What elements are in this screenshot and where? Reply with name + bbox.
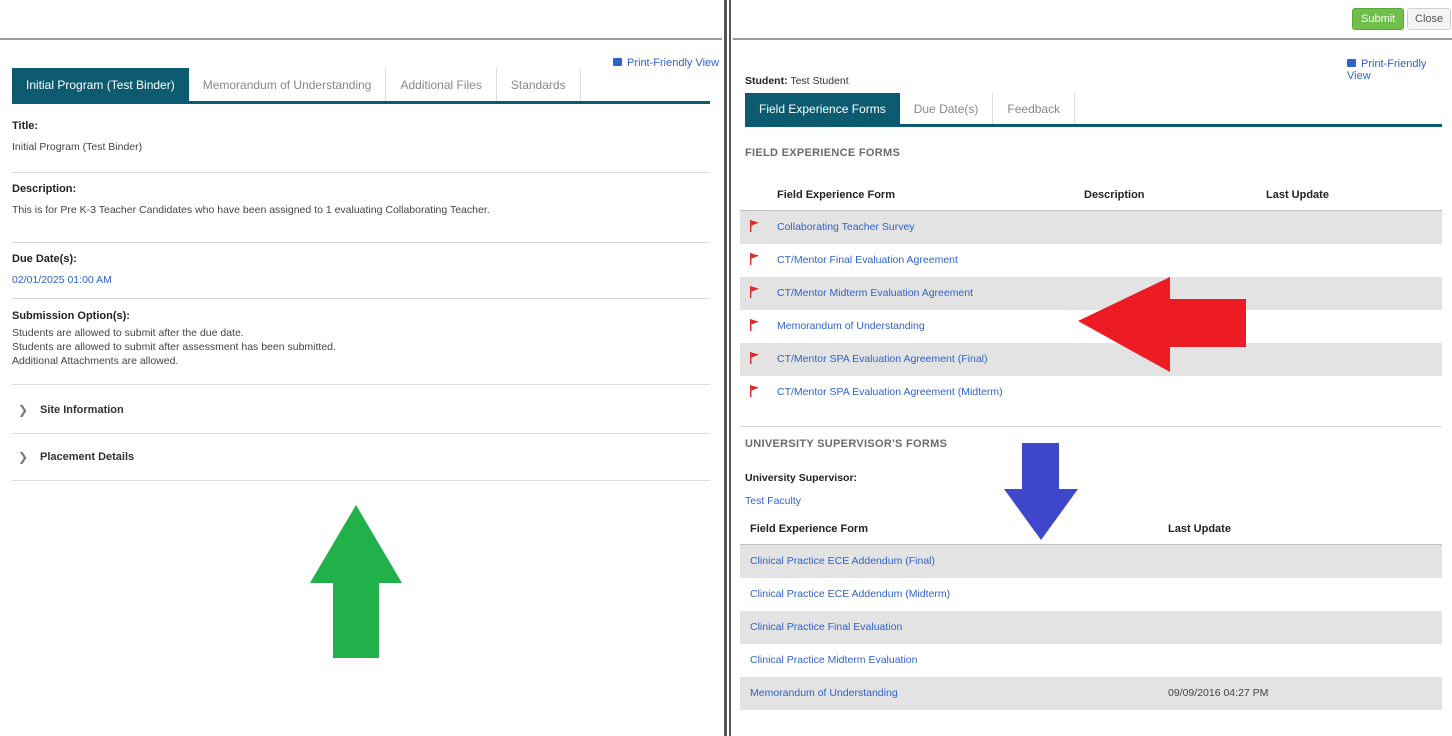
fe-header-form: Field Experience Form — [777, 189, 895, 201]
site-information-toggle[interactable]: ❯ Site Information — [12, 387, 710, 434]
flag-icon — [750, 319, 760, 331]
student-label: Student: — [745, 75, 788, 87]
us-form-link[interactable]: Clinical Practice Final Evaluation — [750, 621, 902, 633]
fe-table-row: CT/Mentor SPA Evaluation Agreement (Midt… — [740, 376, 1442, 409]
submit-button[interactable]: Submit — [1352, 8, 1405, 30]
right-tab-1[interactable]: Due Date(s) — [900, 93, 994, 124]
us-form-link[interactable]: Clinical Practice ECE Addendum (Final) — [750, 555, 935, 567]
site-information-label: Site Information — [40, 404, 124, 416]
left-tab-0[interactable]: Initial Program (Test Binder) — [12, 68, 189, 101]
right-tab-bar: Field Experience Forms Due Date(s) Feedbac… — [745, 93, 1442, 127]
fe-form-link[interactable]: CT/Mentor Final Evaluation Agreement — [777, 254, 958, 266]
us-form-link[interactable]: Clinical Practice ECE Addendum (Midterm) — [750, 588, 950, 600]
us-table-row: Clinical Practice Midterm Evaluation — [740, 644, 1442, 677]
top-rule-left — [0, 38, 722, 40]
due-date-value[interactable]: 02/01/2025 01:00 AM — [12, 273, 710, 287]
title-label: Title: — [12, 120, 39, 132]
fe-table-header: Field Experience Form Description Last U… — [740, 180, 1442, 212]
us-table-row: Clinical Practice Final Evaluation — [740, 611, 1442, 644]
university-supervisor-label: University Supervisor: — [745, 472, 858, 484]
placement-details-label: Placement Details — [40, 451, 135, 463]
us-table-row: Memorandum of Understanding 09/09/2016 04… — [740, 677, 1442, 710]
fe-table-row: Collaborating Teacher Survey — [740, 211, 1442, 244]
us-table-row: Clinical Practice ECE Addendum (Midterm) — [740, 578, 1442, 611]
panel-divider — [724, 0, 727, 736]
due-dates-section: Due Date(s): 02/01/2025 01:00 AM — [12, 253, 710, 299]
field-experience-forms-heading: FIELD EXPERIENCE FORMS — [745, 147, 901, 159]
submission-option: Additional Attachments are allowed. — [12, 355, 179, 367]
us-form-link[interactable]: Memorandum of Understanding — [750, 687, 898, 699]
flag-icon — [750, 385, 760, 397]
student-value: Test Student — [790, 75, 849, 87]
panel-divider-secondary — [729, 0, 731, 736]
due-dates-label: Due Date(s): — [12, 253, 77, 265]
fe-header-description: Description — [1084, 189, 1145, 201]
right-tab-0[interactable]: Field Experience Forms — [745, 93, 900, 124]
fe-form-link[interactable]: Collaborating Teacher Survey — [777, 221, 915, 233]
flag-icon — [750, 352, 760, 364]
description-value: This is for Pre K-3 Teacher Candidates w… — [12, 204, 490, 216]
university-supervisor-value[interactable]: Test Faculty — [745, 495, 801, 507]
close-button[interactable]: Close — [1407, 8, 1452, 30]
fe-form-link[interactable]: CT/Mentor Midterm Evaluation Agreement — [777, 287, 973, 299]
fe-form-link[interactable]: CT/Mentor SPA Evaluation Agreement (Midt… — [777, 386, 1003, 398]
printer-icon — [1347, 59, 1356, 67]
description-label: Description: — [12, 183, 77, 195]
submission-options-label: Submission Option(s): — [12, 310, 130, 322]
right-tab-2[interactable]: Feedback — [993, 93, 1076, 124]
flag-icon — [750, 286, 760, 298]
flag-icon — [750, 220, 760, 232]
left-tab-2[interactable]: Additional Files — [386, 68, 497, 101]
fe-table-row: CT/Mentor Final Evaluation Agreement — [740, 244, 1442, 277]
university-supervisor-forms-heading: UNIVERSITY SUPERVISOR'S FORMS — [745, 438, 948, 450]
left-tab-3[interactable]: Standards — [497, 68, 581, 101]
submission-options-list: Students are allowed to submit after the… — [12, 326, 710, 368]
placement-details-toggle[interactable]: ❯ Placement Details — [12, 434, 710, 481]
title-section: Title: Initial Program (Test Binder) — [12, 120, 710, 173]
fe-header-last-update: Last Update — [1266, 189, 1329, 201]
description-section: Description: This is for Pre K-3 Teacher… — [12, 183, 710, 243]
flag-icon — [750, 253, 760, 265]
student-line: Student: Test Student — [745, 75, 849, 87]
submission-option: Students are allowed to submit after ass… — [12, 341, 336, 353]
right-print-friendly-link[interactable]: Print-Friendly View — [1347, 58, 1452, 82]
us-form-last-update: 09/09/2016 04:27 PM — [1168, 687, 1269, 699]
us-form-link[interactable]: Clinical Practice Midterm Evaluation — [750, 654, 917, 666]
left-tab-1[interactable]: Memorandum of Understanding — [189, 68, 387, 101]
right-print-label: Print-Friendly View — [1347, 58, 1427, 82]
fe-form-link[interactable]: CT/Mentor SPA Evaluation Agreement (Fina… — [777, 353, 987, 365]
chevron-right-icon: ❯ — [18, 403, 29, 417]
us-table-row: Clinical Practice ECE Addendum (Final) — [740, 545, 1442, 578]
us-table-header: Field Experience Form Last Update — [740, 514, 1442, 546]
us-header-form: Field Experience Form — [750, 523, 868, 535]
red-left-arrow — [1078, 277, 1246, 372]
red-arrow-shape — [1078, 277, 1246, 372]
section-divider — [740, 426, 1442, 427]
top-rule-right — [733, 38, 1452, 40]
blue-down-arrow — [1004, 443, 1078, 540]
submission-option: Students are allowed to submit after the… — [12, 327, 244, 339]
title-value: Initial Program (Test Binder) — [12, 141, 143, 153]
green-up-arrow — [310, 505, 402, 658]
green-arrow-shape — [310, 505, 402, 658]
blue-arrow-shape — [1004, 443, 1078, 540]
us-header-last-update: Last Update — [1168, 523, 1231, 535]
chevron-right-icon: ❯ — [18, 450, 29, 464]
fe-form-link[interactable]: Memorandum of Understanding — [777, 320, 925, 332]
submission-options-section: Submission Option(s): Students are allow… — [12, 310, 710, 385]
printer-icon — [613, 58, 622, 66]
left-tab-bar: Initial Program (Test Binder) Memorandum … — [12, 68, 710, 104]
